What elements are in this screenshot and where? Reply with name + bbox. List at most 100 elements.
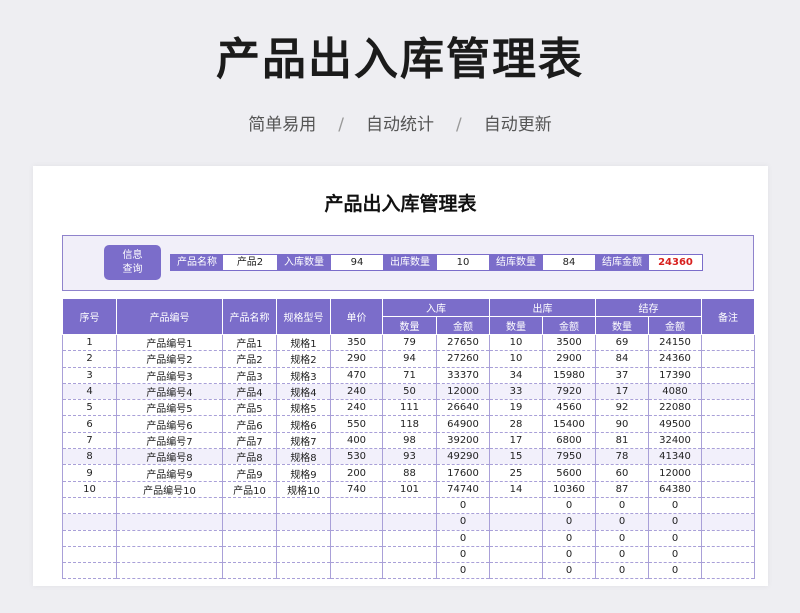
- cell-seq[interactable]: 1: [62, 334, 117, 352]
- cell-product-name[interactable]: [222, 562, 277, 580]
- cell-out-qty[interactable]: [489, 546, 543, 564]
- cell-out-amount[interactable]: 4560: [542, 399, 596, 417]
- cell-remark[interactable]: [701, 334, 755, 352]
- cell-product-name[interactable]: 产品4: [222, 383, 277, 401]
- cell-stock-qty[interactable]: 92: [595, 399, 649, 417]
- cell-in-qty[interactable]: [382, 562, 437, 580]
- cell-out-qty[interactable]: 15: [489, 448, 543, 466]
- cell-out-amount[interactable]: 3500: [542, 334, 596, 352]
- cell-price[interactable]: 240: [330, 383, 383, 401]
- cell-remark[interactable]: [701, 464, 755, 482]
- cell-remark[interactable]: [701, 530, 755, 547]
- cell-in-qty[interactable]: 50: [382, 383, 437, 401]
- cell-stock-qty[interactable]: 0: [595, 562, 649, 580]
- cell-out-amount[interactable]: 0: [542, 530, 596, 547]
- cell-product-code[interactable]: 产品编号10: [116, 481, 223, 498]
- cell-product-code[interactable]: 产品编号5: [116, 399, 223, 417]
- cell-in-amount[interactable]: 39200: [436, 432, 490, 450]
- cell-product-code[interactable]: [116, 497, 223, 515]
- cell-in-qty[interactable]: 98: [382, 432, 437, 450]
- cell-product-name[interactable]: 产品5: [222, 399, 277, 417]
- cell-spec[interactable]: [276, 530, 331, 547]
- cell-product-name[interactable]: [222, 546, 277, 564]
- cell-out-amount[interactable]: 15980: [542, 367, 596, 384]
- cell-seq[interactable]: [62, 513, 117, 531]
- cell-product-code[interactable]: 产品编号9: [116, 464, 223, 482]
- cell-out-amount[interactable]: 15400: [542, 415, 596, 433]
- cell-price[interactable]: [330, 497, 383, 515]
- cell-remark[interactable]: [701, 481, 755, 498]
- cell-out-qty[interactable]: 19: [489, 399, 543, 417]
- cell-product-code[interactable]: 产品编号8: [116, 448, 223, 466]
- cell-product-name[interactable]: [222, 497, 277, 515]
- cell-out-qty[interactable]: [489, 497, 543, 515]
- cell-in-qty[interactable]: 71: [382, 367, 437, 384]
- cell-in-amount[interactable]: 0: [436, 546, 490, 564]
- cell-stock-qty[interactable]: 0: [595, 497, 649, 515]
- cell-in-qty[interactable]: 111: [382, 399, 437, 417]
- cell-spec[interactable]: [276, 562, 331, 580]
- cell-price[interactable]: 290: [330, 350, 383, 368]
- cell-spec[interactable]: 规格1: [276, 334, 331, 352]
- cell-seq[interactable]: 3: [62, 367, 117, 384]
- cell-product-name[interactable]: 产品1: [222, 334, 277, 352]
- cell-out-qty[interactable]: 34: [489, 367, 543, 384]
- cell-stock-qty[interactable]: 78: [595, 448, 649, 466]
- cell-seq[interactable]: [62, 530, 117, 547]
- cell-stock-amount[interactable]: 0: [648, 530, 702, 547]
- cell-in-qty[interactable]: [382, 546, 437, 564]
- cell-seq[interactable]: 10: [62, 481, 117, 498]
- cell-stock-amount[interactable]: 0: [648, 513, 702, 531]
- cell-product-name[interactable]: 产品7: [222, 432, 277, 450]
- cell-seq[interactable]: 4: [62, 383, 117, 401]
- cell-remark[interactable]: [701, 350, 755, 368]
- cell-in-amount[interactable]: 49290: [436, 448, 490, 466]
- cell-product-code[interactable]: [116, 513, 223, 531]
- cell-remark[interactable]: [701, 546, 755, 564]
- cell-in-qty[interactable]: [382, 530, 437, 547]
- cell-in-qty[interactable]: [382, 497, 437, 515]
- cell-out-qty[interactable]: [489, 530, 543, 547]
- cell-product-code[interactable]: 产品编号2: [116, 350, 223, 368]
- cell-stock-amount[interactable]: 0: [648, 497, 702, 515]
- cell-price[interactable]: 400: [330, 432, 383, 450]
- cell-product-name[interactable]: 产品8: [222, 448, 277, 466]
- cell-product-code[interactable]: 产品编号7: [116, 432, 223, 450]
- cell-seq[interactable]: [62, 497, 117, 515]
- cell-spec[interactable]: 规格7: [276, 432, 331, 450]
- cell-in-qty[interactable]: 101: [382, 481, 437, 498]
- cell-seq[interactable]: [62, 546, 117, 564]
- cell-out-qty[interactable]: 25: [489, 464, 543, 482]
- cell-in-qty[interactable]: 93: [382, 448, 437, 466]
- cell-product-name[interactable]: [222, 513, 277, 531]
- cell-stock-qty[interactable]: 60: [595, 464, 649, 482]
- cell-out-qty[interactable]: 10: [489, 350, 543, 368]
- cell-out-qty[interactable]: 14: [489, 481, 543, 498]
- cell-seq[interactable]: 9: [62, 464, 117, 482]
- cell-in-amount[interactable]: 0: [436, 513, 490, 531]
- cell-price[interactable]: 200: [330, 464, 383, 482]
- cell-out-qty[interactable]: 33: [489, 383, 543, 401]
- cell-remark[interactable]: [701, 383, 755, 401]
- cell-seq[interactable]: 8: [62, 448, 117, 466]
- cell-in-amount[interactable]: 26640: [436, 399, 490, 417]
- cell-out-amount[interactable]: 5600: [542, 464, 596, 482]
- cell-product-name[interactable]: 产品2: [222, 350, 277, 368]
- cell-seq[interactable]: 6: [62, 415, 117, 433]
- cell-out-amount[interactable]: 0: [542, 546, 596, 564]
- cell-seq[interactable]: 2: [62, 350, 117, 368]
- cell-price[interactable]: 240: [330, 399, 383, 417]
- cell-stock-qty[interactable]: 90: [595, 415, 649, 433]
- cell-remark[interactable]: [701, 513, 755, 531]
- cell-product-name[interactable]: 产品3: [222, 367, 277, 384]
- cell-in-amount[interactable]: 0: [436, 530, 490, 547]
- cell-spec[interactable]: 规格9: [276, 464, 331, 482]
- cell-out-amount[interactable]: 0: [542, 497, 596, 515]
- cell-spec[interactable]: 规格6: [276, 415, 331, 433]
- cell-spec[interactable]: [276, 546, 331, 564]
- cell-product-code[interactable]: 产品编号4: [116, 383, 223, 401]
- cell-price[interactable]: [330, 530, 383, 547]
- cell-in-amount[interactable]: 64900: [436, 415, 490, 433]
- cell-out-qty[interactable]: 10: [489, 334, 543, 352]
- cell-remark[interactable]: [701, 448, 755, 466]
